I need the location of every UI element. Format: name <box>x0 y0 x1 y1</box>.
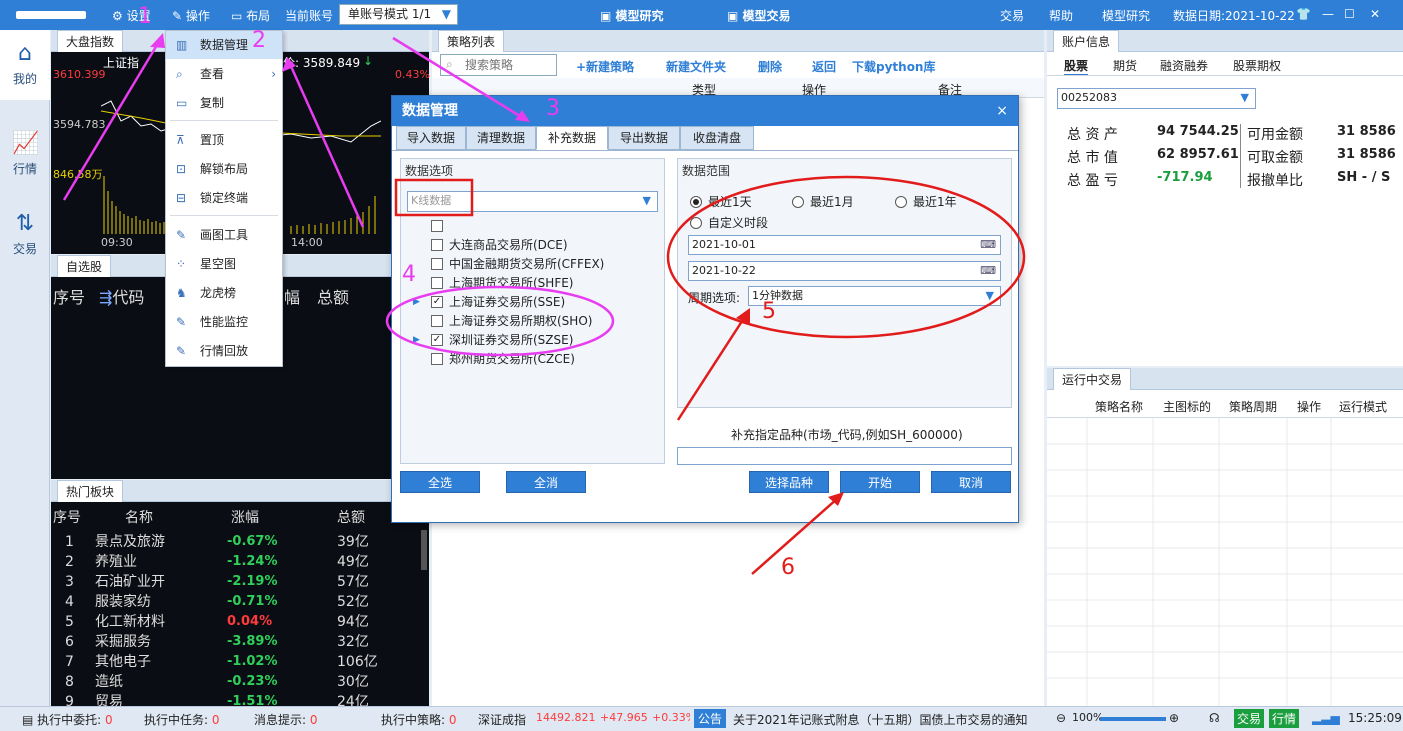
annotation-step-2: 2 <box>252 28 266 53</box>
annotation-step-1: 1 <box>138 4 152 29</box>
annotation-step-5: 5 <box>762 299 776 324</box>
annotation-step-4: 4 <box>402 262 416 287</box>
annotation-step-6: 6 <box>781 555 795 580</box>
annotation-overlay <box>62 33 1026 575</box>
annotation-step-3: 3 <box>546 96 560 121</box>
